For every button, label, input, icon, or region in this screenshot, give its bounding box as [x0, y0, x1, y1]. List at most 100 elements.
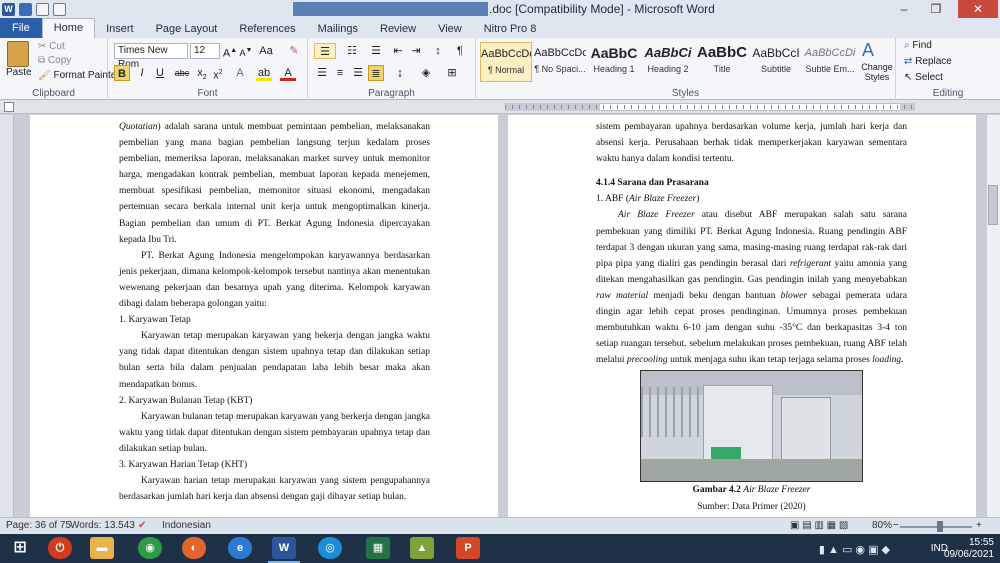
- start-icon[interactable]: ⊞: [8, 537, 32, 559]
- clock-time[interactable]: 15:55: [969, 537, 994, 548]
- bullets-button[interactable]: ☰: [314, 43, 336, 59]
- style-title[interactable]: AaBbC Title: [696, 42, 748, 82]
- paste-button[interactable]: Paste: [6, 67, 32, 78]
- freezer-photo[interactable]: [640, 370, 863, 483]
- tray-icons[interactable]: ▮ ▲ ▭ ◉ ▣ ◆: [819, 543, 890, 556]
- vertical-ruler[interactable]: [0, 115, 14, 517]
- zoom-slider[interactable]: [900, 526, 972, 528]
- tab-mailings[interactable]: Mailings: [307, 20, 369, 38]
- restore-button[interactable]: ❐: [922, 0, 950, 18]
- photo-pipes: [641, 387, 701, 438]
- style-heading-1[interactable]: AaBbC Heading 1: [588, 42, 640, 82]
- sort-button[interactable]: ↕: [430, 43, 446, 59]
- app-icon[interactable]: ▲: [410, 537, 434, 559]
- align-right-button[interactable]: ☰: [350, 65, 366, 81]
- style-no-spacing[interactable]: AaBbCcDc ¶ No Spaci...: [534, 42, 586, 82]
- status-bar: Page: 36 of 75 Words: 13.543 ✔ Indonesia…: [0, 517, 1000, 534]
- change-styles-button[interactable]: Change Styles: [859, 62, 895, 82]
- view-buttons[interactable]: ▣ ▤ ▥ ▦ ▧: [790, 520, 848, 531]
- borders-button[interactable]: ⊞: [444, 65, 460, 81]
- zoom-in-button[interactable]: +: [976, 520, 982, 531]
- change-case-button[interactable]: Aa: [258, 43, 274, 59]
- scrollbar-thumb[interactable]: [988, 185, 998, 225]
- powerpoint-icon[interactable]: P: [456, 537, 480, 559]
- proofing-icon[interactable]: ✔: [138, 520, 146, 531]
- zoom-out-button[interactable]: −: [893, 520, 899, 531]
- binoculars-icon: ⌕: [904, 40, 910, 51]
- firefox-icon[interactable]: ◐: [182, 537, 206, 559]
- minimize-button[interactable]: –: [890, 0, 918, 18]
- style-subtle-emphasis[interactable]: AaBbCcDi Subtle Em...: [804, 42, 856, 82]
- vertical-scrollbar[interactable]: [986, 115, 1000, 517]
- clock-date[interactable]: 09/06/2021: [944, 549, 994, 560]
- clear-formatting-icon[interactable]: ✎: [286, 43, 302, 59]
- tab-references[interactable]: References: [228, 20, 306, 38]
- style-heading-2[interactable]: AaBbCi Heading 2: [642, 42, 694, 82]
- cut-button[interactable]: ✂ Cut: [38, 41, 65, 52]
- highlight-button[interactable]: ab: [256, 65, 272, 81]
- app-power-icon[interactable]: ⏻: [48, 537, 72, 559]
- word-logo-icon[interactable]: W: [2, 2, 15, 16]
- font-color-button[interactable]: A: [280, 65, 296, 81]
- font-name-select[interactable]: Times New Rom: [114, 43, 188, 70]
- edge-icon[interactable]: ◎: [318, 537, 342, 559]
- superscript-button[interactable]: x2: [210, 65, 226, 82]
- italic-button[interactable]: I: [134, 65, 150, 81]
- redo-icon[interactable]: [53, 2, 66, 16]
- close-button[interactable]: ✕: [958, 0, 998, 18]
- text-effects-button[interactable]: A: [232, 65, 248, 81]
- grow-font-button[interactable]: A▲: [222, 43, 238, 60]
- zoom-level[interactable]: 80%: [872, 520, 892, 531]
- document-page-left[interactable]: Quotatian) adalah sarana untuk membuat p…: [30, 115, 498, 517]
- align-left-button[interactable]: ☰: [314, 65, 330, 81]
- font-size-select[interactable]: 12: [190, 43, 220, 59]
- save-icon[interactable]: [19, 2, 32, 16]
- tab-page-layout[interactable]: Page Layout: [145, 20, 229, 38]
- chrome-icon[interactable]: ◉: [138, 537, 162, 559]
- numbering-button[interactable]: ☷: [342, 43, 362, 59]
- page-count[interactable]: Page: 36 of 75: [6, 520, 71, 531]
- strikethrough-button[interactable]: abc: [174, 65, 190, 81]
- tab-home[interactable]: Home: [41, 18, 96, 38]
- increase-indent-button[interactable]: ⇥: [408, 43, 424, 59]
- copy-button[interactable]: ⧉ Copy: [38, 55, 71, 66]
- tab-nitro-pro[interactable]: Nitro Pro 8: [473, 20, 548, 38]
- document-page-right[interactable]: sistem pembayaran upahnya berdasarkan vo…: [508, 115, 976, 517]
- line-spacing-button[interactable]: ↨: [392, 65, 408, 81]
- align-center-button[interactable]: ≡: [332, 65, 348, 81]
- subscript-button[interactable]: x2: [194, 65, 210, 81]
- shading-button[interactable]: ◈: [418, 65, 434, 81]
- paste-icon[interactable]: [7, 41, 29, 67]
- file-explorer-icon[interactable]: ▬: [90, 537, 114, 559]
- bold-button[interactable]: B: [114, 65, 130, 81]
- tab-review[interactable]: Review: [369, 20, 427, 38]
- undo-icon[interactable]: [36, 2, 49, 16]
- language-indicator[interactable]: Indonesian: [162, 520, 211, 531]
- change-styles-icon[interactable]: A: [862, 40, 874, 61]
- tab-view[interactable]: View: [427, 20, 473, 38]
- decrease-indent-button[interactable]: ⇤: [390, 43, 406, 59]
- find-button[interactable]: ⌕ Find: [904, 40, 932, 51]
- page-left-text[interactable]: Quotatian) adalah sarana untuk membuat p…: [119, 119, 430, 505]
- style-normal[interactable]: AaBbCcDc ¶ Normal: [480, 42, 532, 82]
- tab-selector[interactable]: [4, 102, 14, 112]
- select-button[interactable]: ↖ Select: [904, 72, 943, 83]
- justify-button[interactable]: ≣: [368, 65, 384, 81]
- internet-explorer-icon[interactable]: e: [228, 537, 252, 559]
- ribbon-tabs: File Home Insert Page Layout References …: [0, 18, 1000, 38]
- shrink-font-button[interactable]: A▼: [238, 43, 254, 59]
- style-subtitle[interactable]: AaBbCcI Subtitle: [750, 42, 802, 82]
- replace-button[interactable]: ⇄ Replace: [904, 56, 952, 67]
- word-taskbar-icon[interactable]: W: [272, 537, 296, 559]
- page-right-text[interactable]: sistem pembayaran upahnya berdasarkan vo…: [596, 119, 907, 515]
- word-count[interactable]: Words: 13.543: [70, 520, 135, 531]
- horizontal-ruler[interactable]: [0, 100, 1000, 114]
- show-formatting-button[interactable]: ¶: [452, 43, 468, 59]
- replace-icon: ⇄: [904, 56, 913, 67]
- underline-button[interactable]: U: [152, 65, 168, 81]
- multilevel-list-button[interactable]: ☰: [366, 43, 386, 59]
- tab-insert[interactable]: Insert: [95, 20, 145, 38]
- zoom-slider-thumb[interactable]: [937, 521, 943, 532]
- tab-file[interactable]: File: [0, 18, 42, 38]
- excel-icon[interactable]: ▦: [366, 537, 390, 559]
